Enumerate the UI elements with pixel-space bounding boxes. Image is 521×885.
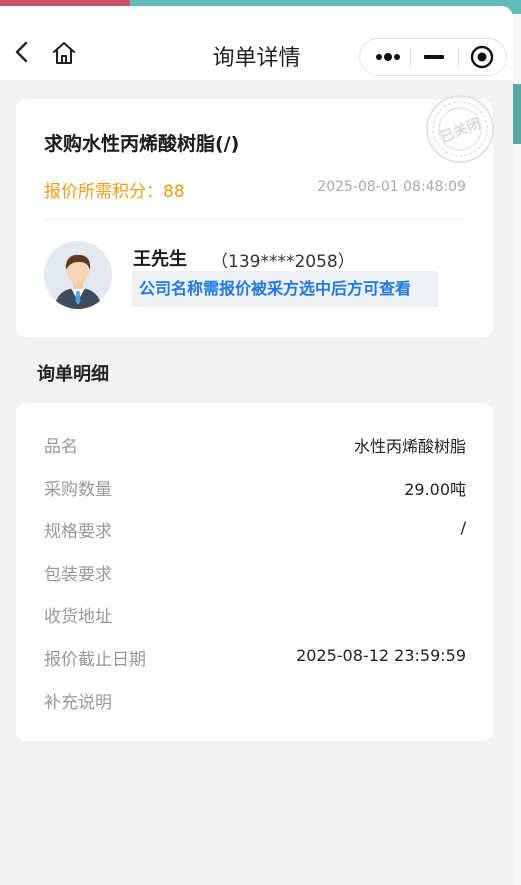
avatar (44, 241, 112, 309)
inquiry-summary-card: 求购水性丙烯酸树脂(/) 报价所需积分：88 2025-08-01 08:48:… (16, 95, 494, 337)
detail-row-deadline: 报价截止日期 2025-08-12 23:59:59 (44, 645, 466, 671)
target-circle-icon[interactable] (458, 39, 506, 75)
inquiry-detail-card: 品名 水性丙烯酸树脂 采购数量 29.00吨 规格要求 / 包装要求 收货地址 … (16, 403, 493, 741)
home-icon[interactable] (51, 40, 77, 66)
detail-row-packaging: 包装要求 (44, 560, 466, 586)
divider (44, 219, 466, 220)
closed-seal-stamp: 已关闭 (424, 93, 496, 165)
detail-row-spec: 规格要求 / (44, 517, 466, 543)
capsule-menu (359, 38, 507, 76)
background-panel (513, 84, 521, 144)
detail-label: 补充说明 (44, 693, 112, 713)
detail-row-product: 品名 水性丙烯酸树脂 (44, 432, 466, 458)
company-hidden-notice: 公司名称需报价被采方选中后方可查看 (132, 271, 438, 307)
detail-label: 收货地址 (44, 607, 112, 627)
contact-name: 王先生 (133, 249, 187, 270)
section-title-details: 询单明细 (37, 364, 109, 385)
detail-row-address: 收货地址 (44, 602, 466, 628)
detail-value: 29.00吨 (404, 480, 466, 499)
mini-program-window: 询单详情 求购水性丙烯酸树脂(/) 报价所需积分：88 2025-08-01 0… (0, 6, 513, 885)
publish-date: 2025-08-01 08:48:09 (317, 179, 466, 195)
minimize-icon[interactable] (410, 39, 458, 75)
background-window-edge (513, 14, 521, 885)
detail-label: 规格要求 (44, 522, 112, 542)
navigation-bar: 询单详情 (0, 6, 513, 80)
detail-value: 水性丙烯酸树脂 (353, 437, 466, 456)
detail-row-quantity: 采购数量 29.00吨 (44, 475, 466, 501)
detail-label: 报价截止日期 (44, 650, 146, 670)
contact-phone: （139****2058） (211, 252, 355, 272)
detail-label: 采购数量 (44, 480, 112, 500)
detail-label: 包装要求 (44, 565, 112, 585)
more-dots-icon[interactable] (364, 39, 412, 75)
detail-value: 2025-08-12 23:59:59 (296, 646, 466, 665)
required-points: 报价所需积分：88 (44, 182, 185, 202)
detail-value: / (460, 518, 466, 537)
back-arrow-icon[interactable] (10, 40, 34, 64)
detail-label: 品名 (44, 437, 78, 457)
detail-row-remarks: 补充说明 (44, 688, 466, 714)
inquiry-title: 求购水性丙烯酸树脂(/) (44, 133, 240, 155)
